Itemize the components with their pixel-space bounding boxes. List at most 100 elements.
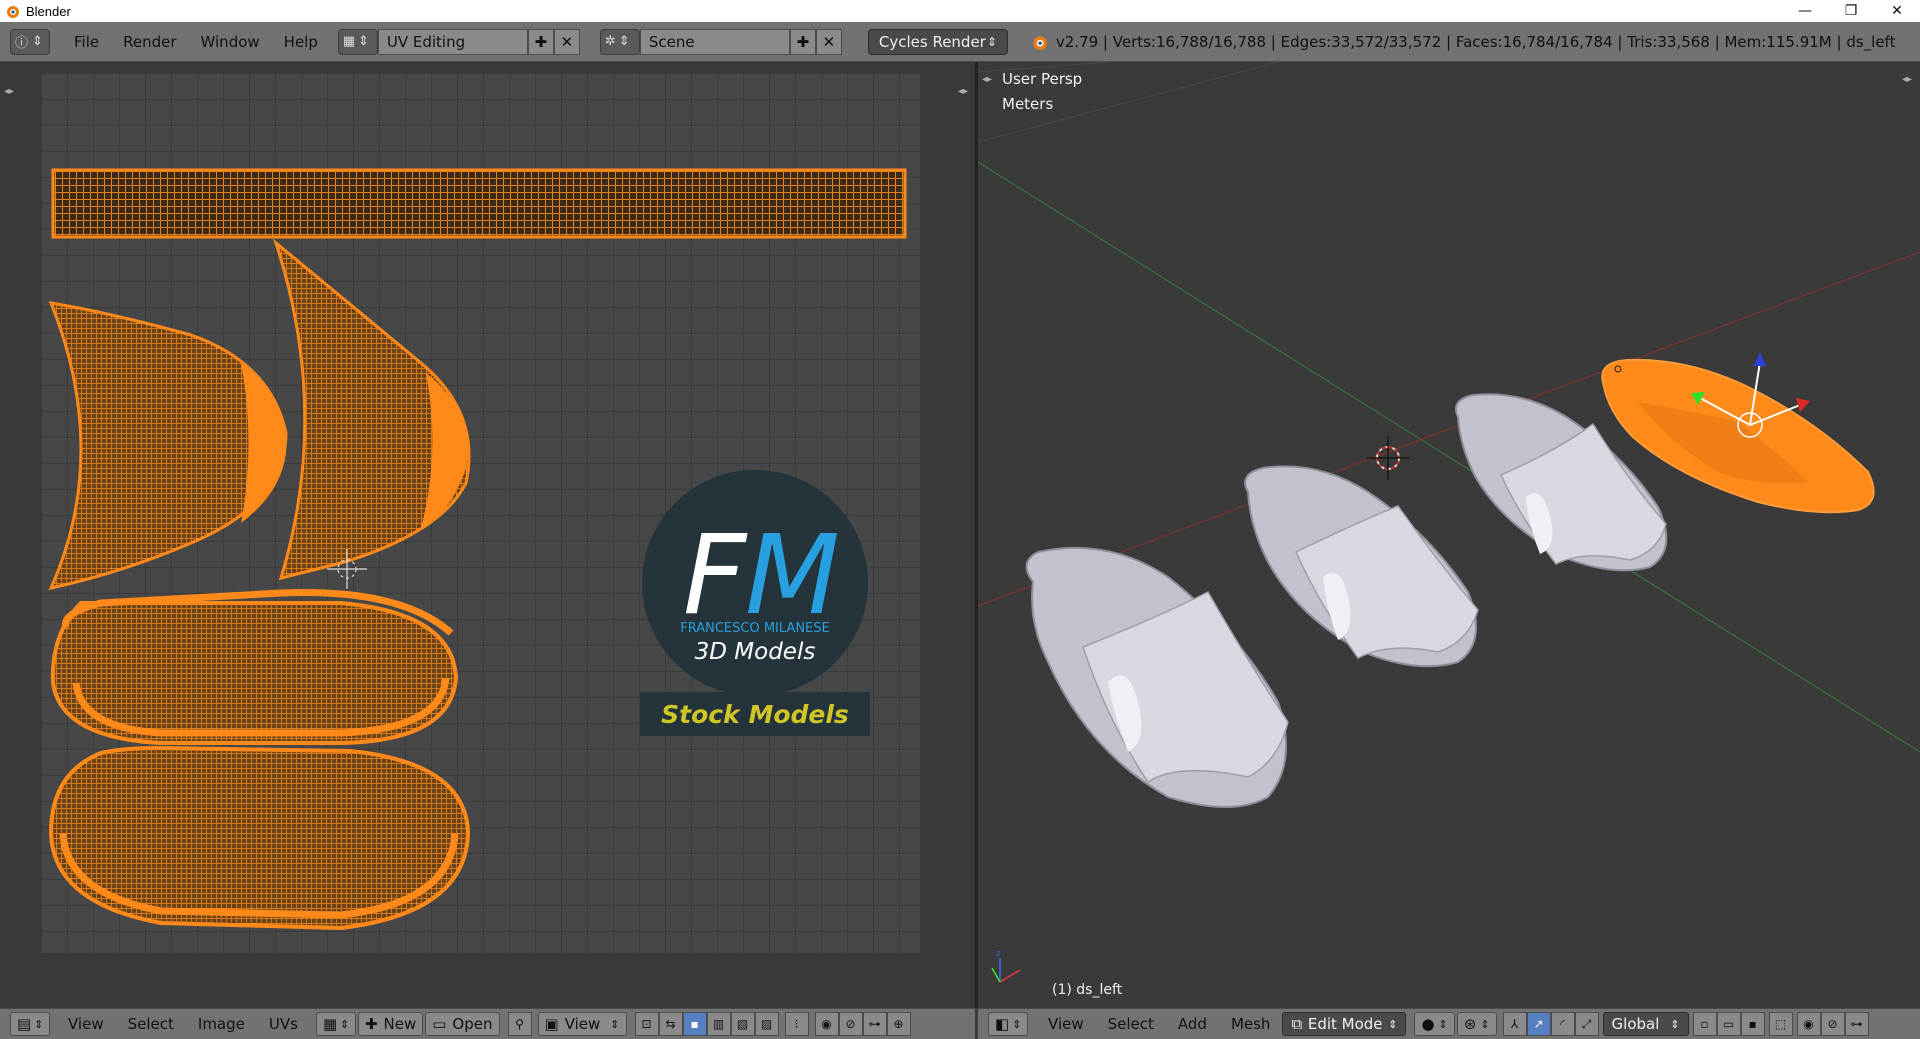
uv-image-editor[interactable]: ◂▸ ◂▸ F M FRANCESCO MILANESE 3D Models S…: [0, 62, 975, 1008]
menu-select[interactable]: Select: [116, 1015, 186, 1033]
sync-selection-icon[interactable]: ⇆: [658, 1012, 683, 1036]
viewport-shading-dropdown[interactable]: ● ⇕: [1414, 1012, 1455, 1036]
remove-screen-button[interactable]: ✕: [553, 28, 580, 55]
pin-icon[interactable]: ⚲: [507, 1012, 532, 1036]
scale-manipulator-icon[interactable]: ⤢: [1574, 1012, 1599, 1036]
proportional-edit-icon[interactable]: ◉: [1796, 1012, 1821, 1036]
menu-add[interactable]: Add: [1166, 1015, 1219, 1033]
updown-arrows-icon: ⇕: [1438, 1017, 1448, 1031]
updown-arrows-icon: ⇕: [340, 1017, 350, 1031]
pivot-icon[interactable]: ⊡: [634, 1012, 659, 1036]
solid-shading-icon: ●: [1421, 1015, 1435, 1033]
maximize-button[interactable]: ❐: [1828, 0, 1874, 22]
edge-select-icon[interactable]: ▥: [706, 1012, 731, 1036]
add-screen-button[interactable]: ✚: [527, 28, 554, 55]
menu-image[interactable]: Image: [186, 1015, 257, 1033]
minimize-button[interactable]: —: [1782, 0, 1828, 22]
menu-uvs[interactable]: UVs: [257, 1015, 310, 1033]
window-title: Blender: [26, 3, 71, 19]
image-browse[interactable]: ▦ ⇕: [315, 1012, 356, 1036]
layout-icon: ▦: [342, 34, 356, 49]
open-image-button[interactable]: ▭ Open: [425, 1012, 500, 1036]
view-mode-label: View: [564, 1015, 601, 1033]
new-label: New: [383, 1015, 417, 1033]
menu-view[interactable]: View: [1036, 1015, 1096, 1033]
manipulator-toggle-icon[interactable]: ⅄: [1502, 1012, 1527, 1036]
transform-orientation-dropdown[interactable]: Global ⇕: [1602, 1012, 1689, 1036]
view-mode-dropdown[interactable]: ▣ View ⇕: [537, 1012, 627, 1036]
screen-layout-field[interactable]: UV Editing: [377, 28, 528, 55]
render-engine-label: Cycles Render: [878, 32, 986, 51]
rotate-manipulator-icon[interactable]: ◜: [1550, 1012, 1575, 1036]
overlay-icon[interactable]: ⊕: [886, 1012, 911, 1036]
scene-icon: ✲: [604, 34, 616, 49]
image-icon: ▦: [322, 1015, 338, 1033]
toolbar-toggle-icon[interactable]: ◂▸: [4, 86, 14, 97]
interaction-mode-dropdown[interactable]: ⧉ Edit Mode ⇕: [1282, 1012, 1407, 1036]
face-select-icon[interactable]: ▪: [1740, 1012, 1765, 1036]
updown-arrows-icon: ⇕: [1012, 1017, 1022, 1031]
viewport-canvas[interactable]: z: [978, 62, 1920, 1008]
close-button[interactable]: ✕: [1874, 0, 1920, 22]
plus-icon: ✚: [534, 32, 548, 51]
uv-editor-header: ▤ ⇕ View Select Image UVs ▦ ⇕ ✚ New ▭ Open ⚲…: [0, 1008, 975, 1039]
menu-render[interactable]: Render: [111, 33, 188, 51]
screen-layout-browse[interactable]: ▦ ⇕: [337, 28, 378, 55]
logo-subtitle: 3D Models: [695, 639, 816, 665]
pivot-point-dropdown[interactable]: ⊛ ⇕: [1456, 1012, 1497, 1036]
menu-file[interactable]: File: [62, 33, 111, 51]
edge-select-icon[interactable]: ▭: [1716, 1012, 1741, 1036]
menu-select[interactable]: Select: [1096, 1015, 1166, 1033]
object-name-label: (1) ds_left: [1052, 982, 1123, 998]
scene-statistics: v2.79 | Verts:16,788/16,788 | Edges:33,5…: [1055, 32, 1896, 51]
menu-window[interactable]: Window: [189, 33, 272, 51]
orientation-label: Global: [1611, 1015, 1660, 1033]
uv-island-strip[interactable]: [51, 168, 907, 239]
viewport-header: ◧ ⇕ View Select Add Mesh ⧉ Edit Mode ⇕ ● ⇕ ⊛…: [978, 1008, 1920, 1039]
snap-target-icon[interactable]: ⊶: [1844, 1012, 1869, 1036]
editor-type-selector[interactable]: ⓘ ⇕: [10, 28, 50, 55]
face-select-icon[interactable]: ▧: [730, 1012, 755, 1036]
slipper-model-2[interactable]: [1244, 465, 1479, 668]
3d-viewport[interactable]: ◂▸ ◂▸ z User Persp Meters (1) ds_left: [978, 62, 1920, 1008]
menu-mesh[interactable]: Mesh: [1219, 1015, 1283, 1033]
scene-browse[interactable]: ✲ ⇕: [599, 28, 640, 55]
render-engine-dropdown[interactable]: Cycles Render ⇕: [867, 28, 1008, 55]
editor-type-selector[interactable]: ▤ ⇕: [10, 1012, 50, 1036]
add-scene-button[interactable]: ✚: [789, 28, 816, 55]
uv-editor-icon: ▤: [17, 1015, 32, 1033]
updown-arrows-icon: ⇕: [610, 1017, 620, 1031]
menu-view[interactable]: View: [56, 1015, 116, 1033]
x-icon: ✕: [822, 32, 836, 51]
view-icon: ▣: [544, 1015, 559, 1033]
svg-text:z: z: [996, 949, 1001, 959]
scene-field[interactable]: Scene: [639, 28, 790, 55]
logo-company: FRANCESCO MILANESE: [680, 621, 829, 636]
sticky-mode-icon[interactable]: ⁝: [784, 1012, 809, 1036]
snap-icon[interactable]: ⊘: [838, 1012, 863, 1036]
translate-manipulator-icon[interactable]: ↗: [1526, 1012, 1551, 1036]
pivot-icon: ⊛: [1463, 1015, 1477, 1033]
logo-m: M: [745, 511, 840, 639]
remove-scene-button[interactable]: ✕: [815, 28, 842, 55]
uv-canvas[interactable]: F M FRANCESCO MILANESE 3D Models Stock M…: [41, 73, 920, 953]
edit-mode-icon: ⧉: [1291, 1015, 1303, 1033]
vertex-select-icon[interactable]: ▫: [1692, 1012, 1717, 1036]
mode-label: Edit Mode: [1307, 1015, 1383, 1033]
snap-target-icon[interactable]: ⊶: [862, 1012, 887, 1036]
plus-icon: ✚: [796, 32, 810, 51]
menu-help[interactable]: Help: [272, 33, 330, 51]
logo-banner: Stock Models: [661, 700, 849, 729]
vertex-select-icon[interactable]: ▪: [682, 1012, 707, 1036]
updown-arrows-icon: ⇕: [34, 1017, 44, 1031]
editor-type-selector[interactable]: ◧ ⇕: [988, 1012, 1028, 1036]
limit-selection-icon[interactable]: ⬚: [1768, 1012, 1793, 1036]
island-select-icon[interactable]: ▨: [754, 1012, 779, 1036]
proportional-edit-icon[interactable]: ◉: [814, 1012, 839, 1036]
new-image-button[interactable]: ✚ New: [357, 1012, 424, 1036]
axis-gizmo-icon: z: [991, 949, 1021, 983]
properties-toggle-icon[interactable]: ◂▸: [958, 86, 968, 97]
snap-icon[interactable]: ⊘: [1820, 1012, 1845, 1036]
slipper-model-1[interactable]: [1025, 546, 1289, 808]
updown-arrows-icon: ⇕: [32, 34, 43, 49]
